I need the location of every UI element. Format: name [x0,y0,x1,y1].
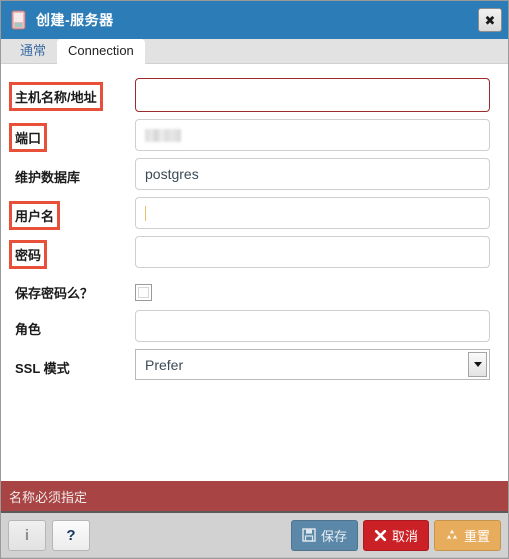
tab-bar: 通常 Connection [1,39,508,64]
text-caret [145,205,146,221]
save-password-checkbox[interactable] [135,284,152,301]
title-bar: 创建-服务器 ✖ [1,1,508,39]
field-cell [135,236,490,268]
label-cell: 维护数据库 [13,158,135,187]
field-cell [135,310,490,342]
server-icon [11,10,26,30]
field-row-role: 角色 [13,310,490,342]
field-cell: Prefer [135,349,490,380]
ssl-mode-value: Prefer [145,356,184,373]
cancel-button-label: 取消 [391,528,418,544]
status-message: 名称必须指定 [9,489,88,505]
save-button[interactable]: 保存 [290,519,358,551]
label-cell: 角色 [13,310,135,339]
label-cell: 密码 [8,236,135,269]
port-input[interactable] [135,119,490,151]
role-input[interactable] [135,310,490,342]
password-input[interactable] [135,236,490,268]
username-input[interactable] [135,197,490,229]
field-row-password: 密码 [8,236,490,269]
label-cell: 主机名称/地址 [9,78,135,111]
password-label: 密码 [8,240,48,269]
status-bar: 名称必须指定 [1,481,508,513]
floppy-disk-icon [302,528,316,542]
field-cell [135,78,490,112]
info-button[interactable]: i [8,519,46,551]
label-cell: SSL 模式 [13,349,135,378]
field-cell [135,119,490,151]
field-row-save-password: 保存密码么？ [13,275,490,303]
field-row-maintenance-database: 维护数据库 postgres [13,158,490,190]
redacted-value [145,128,181,142]
maintenance-database-input[interactable]: postgres [135,158,490,190]
recycle-icon [445,528,459,542]
dialog-footer: i ? 保存 取消 重置 [1,513,508,558]
ssl-mode-label: SSL 模式 [15,361,70,376]
label-cell: 用户名 [8,197,135,230]
tab-connection[interactable]: Connection [57,39,145,64]
field-cell [135,275,490,301]
help-button[interactable]: ? [52,519,90,551]
field-row-host-address: 主机名称/地址 [9,78,490,112]
host-address-label: 主机名称/地址 [9,82,103,111]
cancel-button[interactable]: 取消 [362,519,429,551]
reset-button[interactable]: 重置 [433,519,501,551]
tab-general[interactable]: 通常 [9,39,57,63]
role-label: 角色 [15,322,42,337]
field-cell [135,197,490,229]
chevron-down-icon[interactable] [468,352,487,377]
field-row-username: 用户名 [8,197,490,230]
label-cell: 端口 [8,119,135,152]
connection-form: 主机名称/地址 端口 维护数据库 postgres 用户名 密码 保存密码么？ … [1,64,508,481]
ssl-mode-select[interactable]: Prefer [135,349,490,380]
label-cell: 保存密码么？ [13,275,135,303]
reset-button-label: 重置 [463,528,490,544]
field-row-ssl-mode: SSL 模式 Prefer [13,349,490,380]
close-icon[interactable]: ✖ [478,8,502,32]
save-password-label: 保存密码么？ [15,286,94,301]
username-label: 用户名 [8,201,61,230]
host-address-input[interactable] [135,78,490,112]
cross-icon [374,529,387,542]
page-title: 创建-服务器 [36,12,114,28]
create-server-dialog: 创建-服务器 ✖ 通常 Connection 主机名称/地址 端口 维护数据库 … [0,0,509,559]
maintenance-database-label: 维护数据库 [15,170,81,185]
field-cell: postgres [135,158,490,190]
save-button-label: 保存 [320,528,347,544]
port-label: 端口 [8,123,48,152]
field-row-port: 端口 [8,119,490,152]
